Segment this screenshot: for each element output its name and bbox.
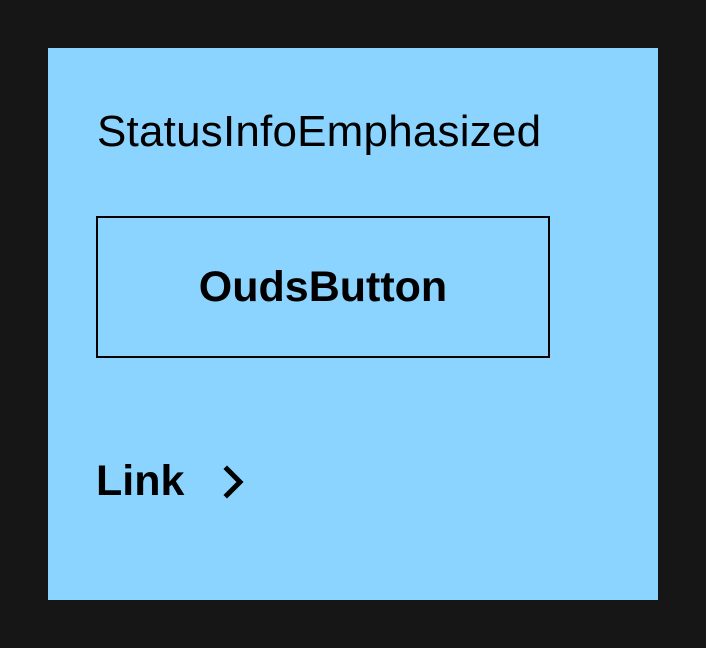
chevron-right-icon	[222, 465, 246, 499]
ouds-button[interactable]: OudsButton	[96, 216, 550, 358]
link-label: Link	[96, 457, 185, 505]
status-info-emphasized-surface: StatusInfoEmphasized OudsButton Link	[48, 48, 658, 600]
status-title: StatusInfoEmphasized	[97, 107, 542, 156]
link[interactable]: Link	[96, 455, 246, 507]
